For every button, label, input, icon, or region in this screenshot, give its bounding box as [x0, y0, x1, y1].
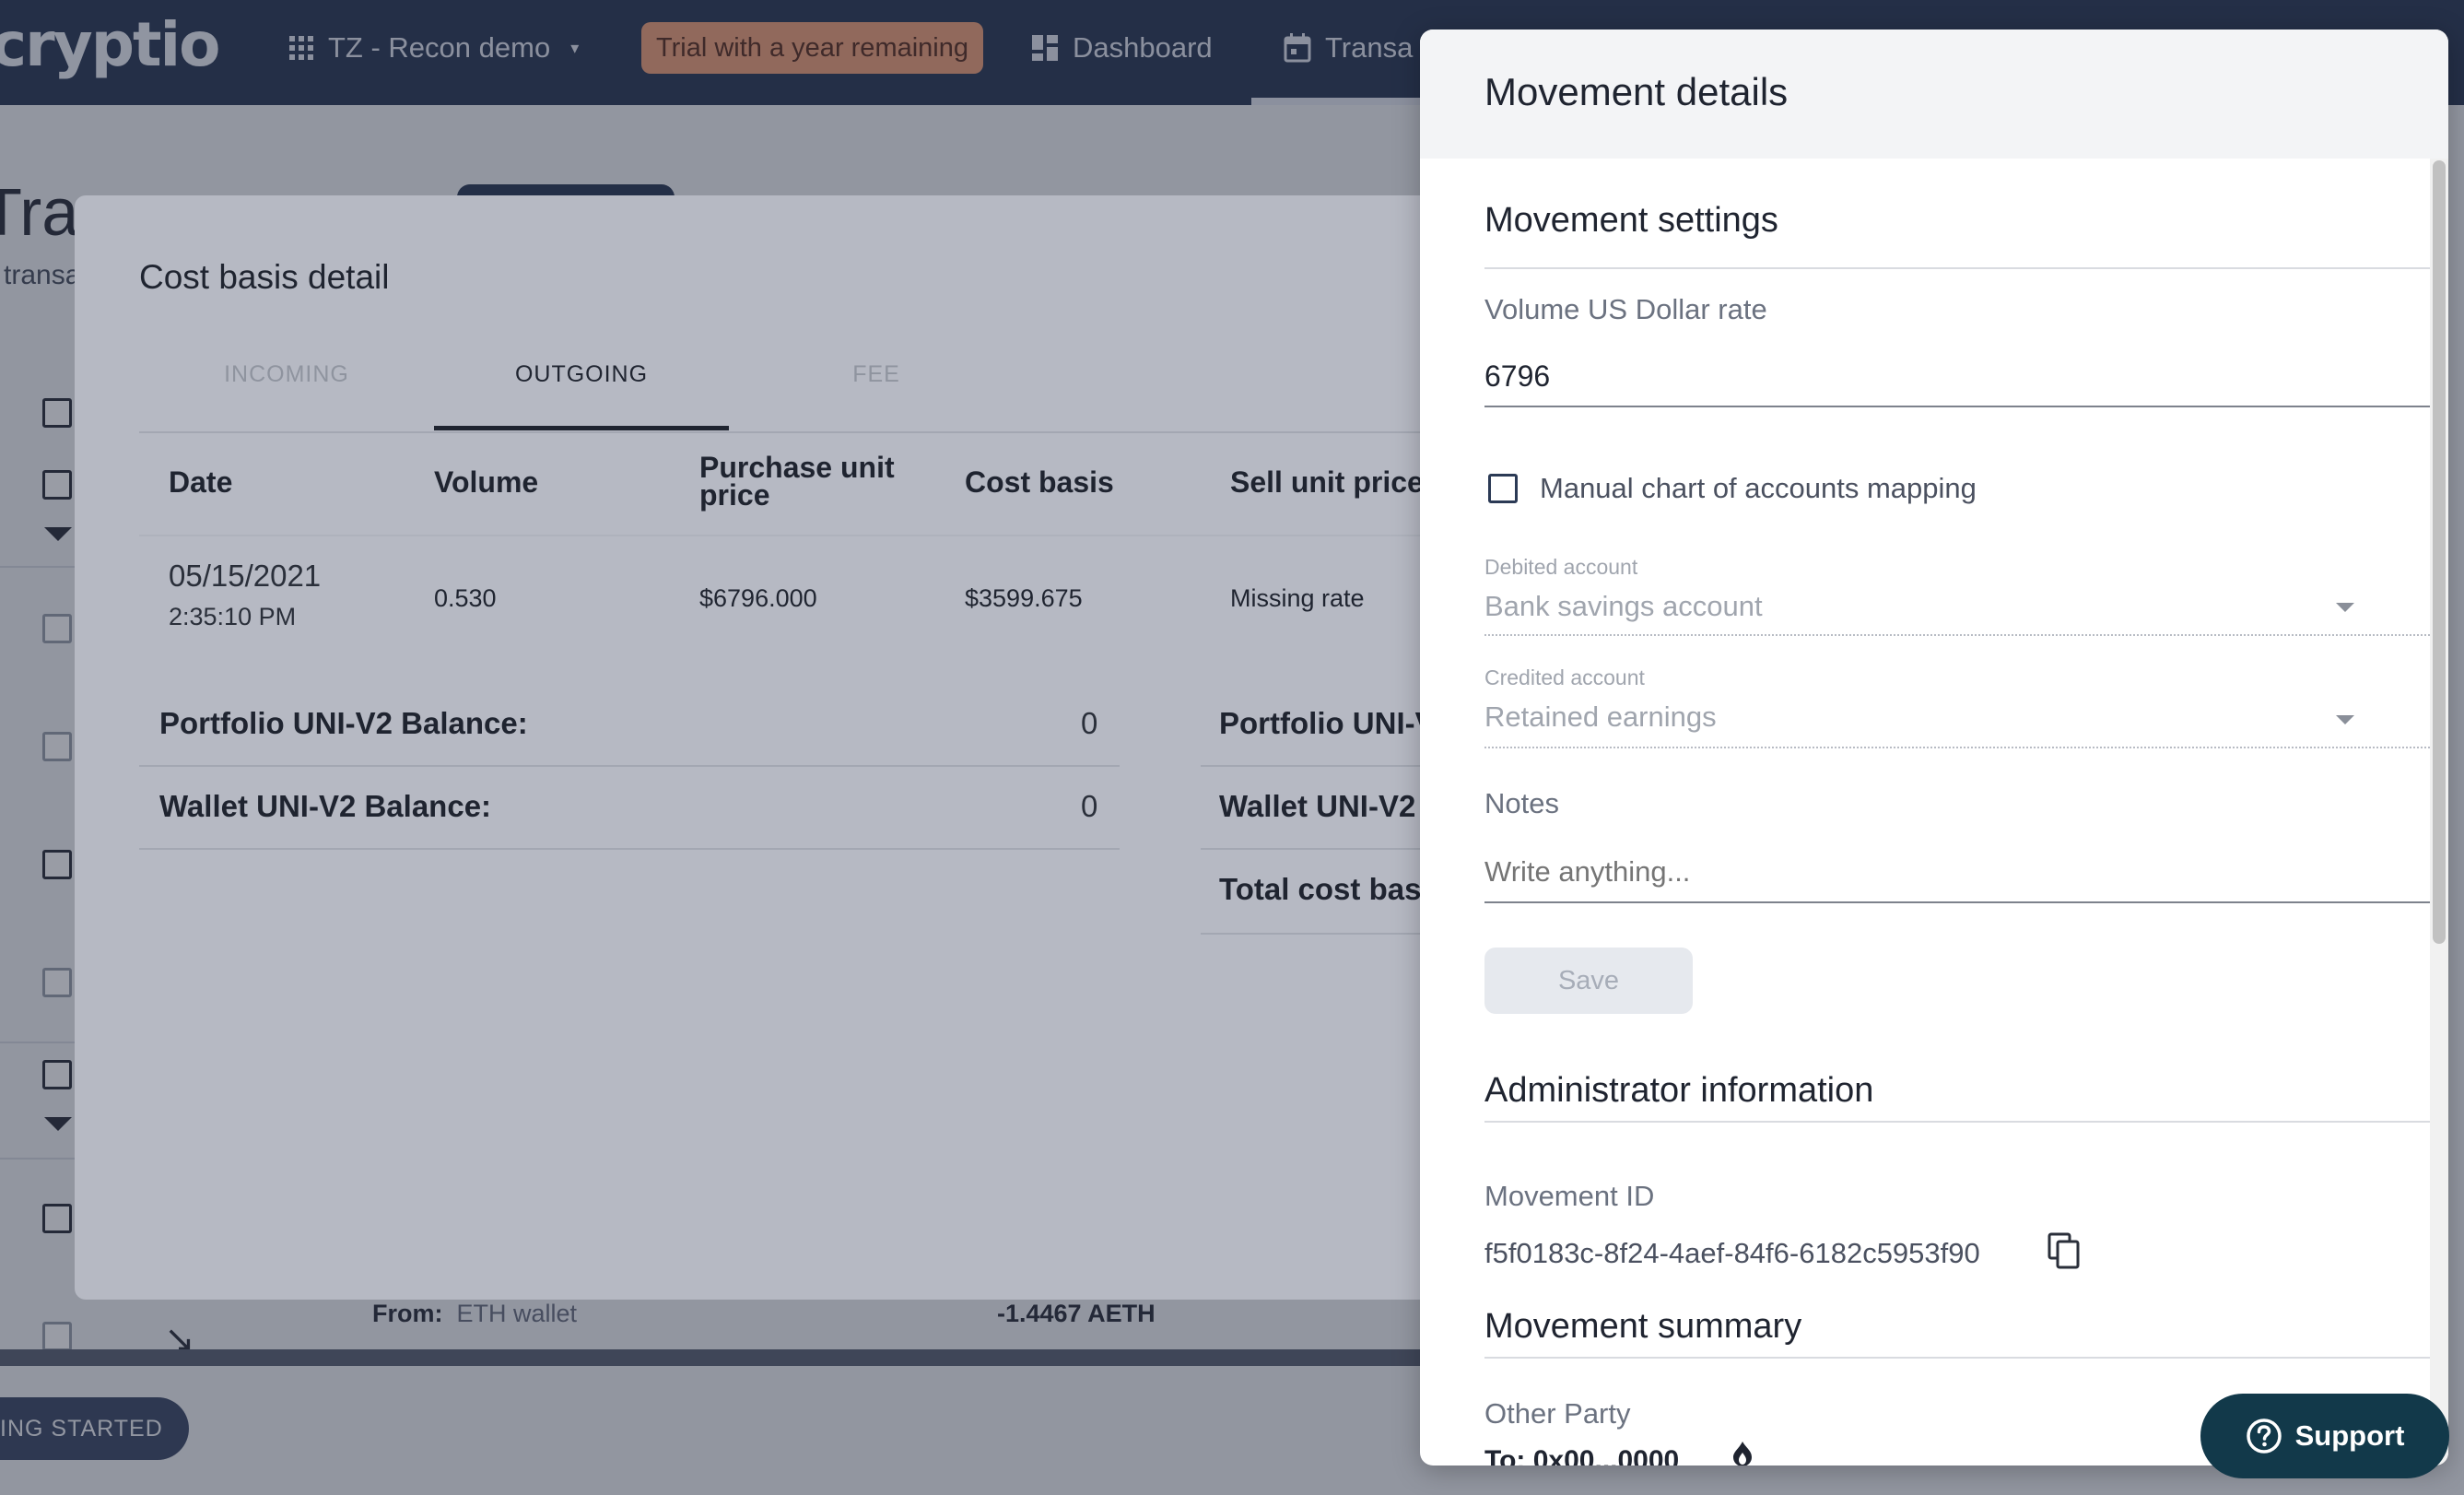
cell-time: 2:35:10 PM	[169, 603, 297, 630]
cost-basis-dialog: Cost basis detail INCOMING OUTGOING FEE …	[75, 195, 1512, 1300]
credited-account-label: Credited account	[1484, 665, 1645, 689]
portfolio-balance-label: Portfolio UNI-V2 Balance:	[159, 706, 528, 740]
rate-label: Volume US Dollar rate	[1484, 293, 1767, 325]
header-divider	[139, 535, 1512, 536]
debited-account-underline	[1484, 634, 2430, 636]
tab-divider	[139, 431, 1512, 433]
tab-outgoing[interactable]: OUTGOING	[434, 361, 729, 388]
movement-id-value: f5f0183c-8f24-4aef-84f6-6182c5953f90	[1484, 1237, 1980, 1269]
wallet-balance-label: Wallet UNI-V2 Balance:	[159, 789, 492, 823]
portfolio-balance-value: 0	[1081, 706, 1098, 740]
drawer-scrollbar-thumb[interactable]	[2433, 160, 2446, 944]
section-divider	[1484, 1121, 2430, 1123]
movement-id-label: Movement ID	[1484, 1180, 1655, 1212]
notes-input-underline	[1484, 901, 2430, 903]
section-divider	[1484, 1357, 2430, 1359]
cell-volume: 0.530	[434, 584, 497, 612]
cell-date: 05/15/2021	[169, 559, 322, 593]
rate-input[interactable]: 6796	[1484, 359, 1550, 394]
rate-input-underline	[1484, 406, 2430, 407]
drawer-title: Movement details	[1484, 70, 1789, 113]
other-party-label: Other Party	[1484, 1397, 1631, 1430]
column-header-cost-basis: Cost basis	[965, 465, 1114, 499]
column-header-volume: Volume	[434, 465, 539, 499]
cell-purchase-unit-price: $6796.000	[699, 584, 817, 612]
movement-settings-title: Movement settings	[1484, 201, 1778, 240]
debited-account-label: Debited account	[1484, 555, 1638, 579]
copy-icon[interactable]	[2047, 1231, 2083, 1272]
tab-incoming[interactable]: INCOMING	[139, 361, 434, 388]
movement-details-drawer: Movement details Movement settings Volum…	[1420, 29, 2448, 1466]
balance-divider	[139, 765, 1120, 767]
other-party-value: To: 0x00...0000	[1484, 1445, 1680, 1466]
admin-info-title: Administrator information	[1484, 1071, 1874, 1110]
cell-cost-basis: $3599.675	[965, 584, 1083, 612]
notes-label: Notes	[1484, 787, 1559, 819]
balance-divider	[139, 848, 1120, 850]
debited-account-select[interactable]: Bank savings account	[1484, 590, 1763, 623]
active-tab-indicator	[434, 426, 729, 430]
column-header-date: Date	[169, 465, 233, 499]
total-cost-basis-label: Total cost basis	[1219, 872, 1447, 906]
tab-fee[interactable]: FEE	[729, 361, 1024, 388]
credited-account-underline	[1484, 747, 2430, 748]
credited-account-select[interactable]: Retained earnings	[1484, 700, 1717, 734]
chevron-down-icon	[2336, 603, 2354, 612]
movement-summary-title: Movement summary	[1484, 1307, 1802, 1346]
save-button[interactable]: Save	[1484, 948, 1693, 1014]
cell-sell-unit-price: Missing rate	[1230, 584, 1365, 612]
wallet-balance-right-label: Wallet UNI-V2	[1219, 789, 1416, 823]
support-button[interactable]: Support	[2200, 1394, 2449, 1478]
column-header-sell-unit-price: Sell unit price	[1230, 465, 1424, 499]
help-icon	[2246, 1418, 2282, 1454]
column-header-purchase-unit-price: Purchase unit price	[699, 451, 895, 512]
burn-flame-icon	[1733, 1442, 1752, 1466]
notes-input[interactable]	[1484, 855, 2406, 889]
wallet-balance-value: 0	[1081, 789, 1098, 823]
drawer-header: Movement details	[1420, 29, 2448, 159]
portfolio-balance-right-label: Portfolio UNI-V	[1219, 706, 1436, 740]
dialog-title: Cost basis detail	[139, 258, 390, 296]
manual-mapping-checkbox[interactable]	[1488, 474, 1518, 503]
chevron-down-icon	[2336, 715, 2354, 724]
section-divider	[1484, 267, 2430, 269]
support-label: Support	[2294, 1419, 2405, 1452]
manual-mapping-label[interactable]: Manual chart of accounts mapping	[1540, 472, 1977, 505]
